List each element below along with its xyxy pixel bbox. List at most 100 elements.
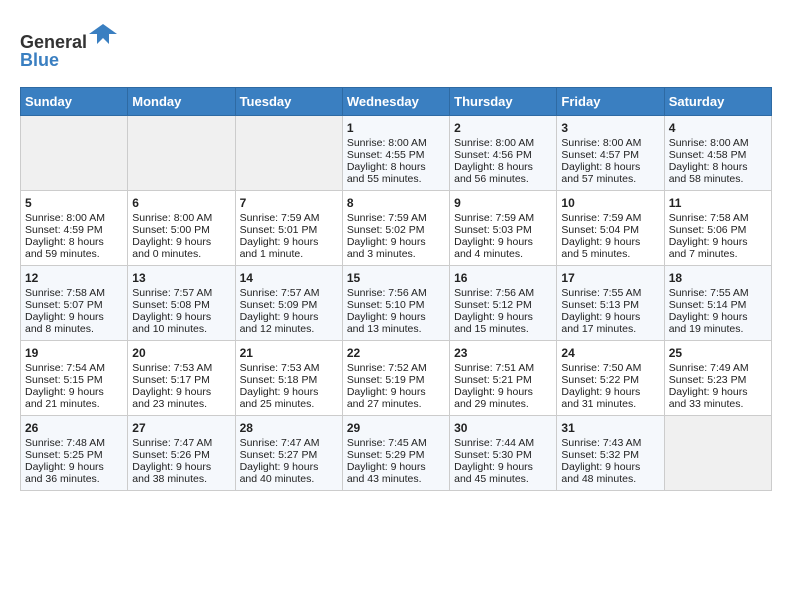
calendar-cell: 3Sunrise: 8:00 AMSunset: 4:57 PMDaylight… xyxy=(557,116,664,191)
cell-info-line: and 48 minutes. xyxy=(561,473,659,485)
week-row-5: 26Sunrise: 7:48 AMSunset: 5:25 PMDayligh… xyxy=(21,416,772,491)
cell-info-line: Daylight: 9 hours xyxy=(132,311,230,323)
day-number: 27 xyxy=(132,421,230,435)
cell-info-line: Daylight: 9 hours xyxy=(669,311,767,323)
weekday-header-saturday: Saturday xyxy=(664,88,771,116)
day-number: 20 xyxy=(132,346,230,360)
cell-info-line: Daylight: 9 hours xyxy=(561,461,659,473)
cell-info-line: Daylight: 8 hours xyxy=(454,161,552,173)
cell-info-line: Sunset: 5:12 PM xyxy=(454,299,552,311)
cell-info-line: Sunrise: 7:59 AM xyxy=(454,212,552,224)
cell-info-line: Daylight: 8 hours xyxy=(561,161,659,173)
calendar-cell: 16Sunrise: 7:56 AMSunset: 5:12 PMDayligh… xyxy=(450,266,557,341)
cell-info-line: and 4 minutes. xyxy=(454,248,552,260)
cell-info-line: Sunrise: 7:56 AM xyxy=(454,287,552,299)
cell-info-line: Sunset: 5:14 PM xyxy=(669,299,767,311)
cell-info-line: Daylight: 9 hours xyxy=(347,236,445,248)
cell-info-line: Sunrise: 7:43 AM xyxy=(561,437,659,449)
weekday-header-monday: Monday xyxy=(128,88,235,116)
cell-info-line: Daylight: 9 hours xyxy=(240,236,338,248)
calendar-cell: 15Sunrise: 7:56 AMSunset: 5:10 PMDayligh… xyxy=(342,266,449,341)
day-number: 31 xyxy=(561,421,659,435)
cell-info-line: Sunset: 4:57 PM xyxy=(561,149,659,161)
cell-info-line: Sunset: 4:55 PM xyxy=(347,149,445,161)
cell-info-line: Sunrise: 7:55 AM xyxy=(669,287,767,299)
weekday-header-sunday: Sunday xyxy=(21,88,128,116)
cell-info-line: Sunrise: 7:57 AM xyxy=(132,287,230,299)
cell-info-line: and 1 minute. xyxy=(240,248,338,260)
cell-info-line: and 38 minutes. xyxy=(132,473,230,485)
calendar-cell xyxy=(128,116,235,191)
cell-info-line: Sunrise: 7:47 AM xyxy=(132,437,230,449)
cell-info-line: and 8 minutes. xyxy=(25,323,123,335)
calendar-cell: 21Sunrise: 7:53 AMSunset: 5:18 PMDayligh… xyxy=(235,341,342,416)
day-number: 30 xyxy=(454,421,552,435)
calendar-cell: 30Sunrise: 7:44 AMSunset: 5:30 PMDayligh… xyxy=(450,416,557,491)
cell-info-line: Sunset: 5:18 PM xyxy=(240,374,338,386)
cell-info-line: Sunrise: 7:53 AM xyxy=(240,362,338,374)
calendar-cell: 10Sunrise: 7:59 AMSunset: 5:04 PMDayligh… xyxy=(557,191,664,266)
day-number: 14 xyxy=(240,271,338,285)
cell-info-line: Sunset: 5:32 PM xyxy=(561,449,659,461)
calendar-cell: 23Sunrise: 7:51 AMSunset: 5:21 PMDayligh… xyxy=(450,341,557,416)
cell-info-line: Daylight: 8 hours xyxy=(347,161,445,173)
cell-info-line: and 7 minutes. xyxy=(669,248,767,260)
cell-info-line: Sunrise: 7:58 AM xyxy=(25,287,123,299)
cell-info-line: and 55 minutes. xyxy=(347,173,445,185)
cell-info-line: Sunset: 5:02 PM xyxy=(347,224,445,236)
calendar-cell: 17Sunrise: 7:55 AMSunset: 5:13 PMDayligh… xyxy=(557,266,664,341)
week-row-1: 1Sunrise: 8:00 AMSunset: 4:55 PMDaylight… xyxy=(21,116,772,191)
cell-info-line: and 25 minutes. xyxy=(240,398,338,410)
week-row-3: 12Sunrise: 7:58 AMSunset: 5:07 PMDayligh… xyxy=(21,266,772,341)
day-number: 28 xyxy=(240,421,338,435)
cell-info-line: and 59 minutes. xyxy=(25,248,123,260)
cell-info-line: Daylight: 9 hours xyxy=(25,461,123,473)
cell-info-line: and 31 minutes. xyxy=(561,398,659,410)
cell-info-line: Sunset: 5:23 PM xyxy=(669,374,767,386)
day-number: 25 xyxy=(669,346,767,360)
cell-info-line: and 12 minutes. xyxy=(240,323,338,335)
cell-info-line: Sunrise: 7:53 AM xyxy=(132,362,230,374)
cell-info-line: and 15 minutes. xyxy=(454,323,552,335)
cell-info-line: Daylight: 9 hours xyxy=(347,386,445,398)
cell-info-line: Sunrise: 7:52 AM xyxy=(347,362,445,374)
logo-blue: Blue xyxy=(20,50,59,70)
cell-info-line: Sunrise: 8:00 AM xyxy=(132,212,230,224)
calendar-cell: 28Sunrise: 7:47 AMSunset: 5:27 PMDayligh… xyxy=(235,416,342,491)
day-number: 8 xyxy=(347,196,445,210)
weekday-header-wednesday: Wednesday xyxy=(342,88,449,116)
weekday-header-thursday: Thursday xyxy=(450,88,557,116)
calendar-header: SundayMondayTuesdayWednesdayThursdayFrid… xyxy=(21,88,772,116)
header: General Blue xyxy=(20,20,772,71)
calendar-cell: 19Sunrise: 7:54 AMSunset: 5:15 PMDayligh… xyxy=(21,341,128,416)
cell-info-line: Daylight: 9 hours xyxy=(347,311,445,323)
calendar-cell: 14Sunrise: 7:57 AMSunset: 5:09 PMDayligh… xyxy=(235,266,342,341)
cell-info-line: Sunset: 5:01 PM xyxy=(240,224,338,236)
week-row-2: 5Sunrise: 8:00 AMSunset: 4:59 PMDaylight… xyxy=(21,191,772,266)
cell-info-line: Sunset: 5:17 PM xyxy=(132,374,230,386)
cell-info-line: Daylight: 8 hours xyxy=(669,161,767,173)
cell-info-line: and 40 minutes. xyxy=(240,473,338,485)
cell-info-line: Sunrise: 7:58 AM xyxy=(669,212,767,224)
cell-info-line: and 56 minutes. xyxy=(454,173,552,185)
cell-info-line: Daylight: 9 hours xyxy=(561,386,659,398)
cell-info-line: Sunset: 5:22 PM xyxy=(561,374,659,386)
cell-info-line: Daylight: 9 hours xyxy=(561,236,659,248)
cell-info-line: and 0 minutes. xyxy=(132,248,230,260)
cell-info-line: and 19 minutes. xyxy=(669,323,767,335)
day-number: 26 xyxy=(25,421,123,435)
cell-info-line: Daylight: 9 hours xyxy=(454,386,552,398)
cell-info-line: Sunset: 5:13 PM xyxy=(561,299,659,311)
calendar-cell: 20Sunrise: 7:53 AMSunset: 5:17 PMDayligh… xyxy=(128,341,235,416)
cell-info-line: Sunrise: 8:00 AM xyxy=(347,137,445,149)
cell-info-line: Sunset: 5:15 PM xyxy=(25,374,123,386)
day-number: 18 xyxy=(669,271,767,285)
cell-info-line: and 45 minutes. xyxy=(454,473,552,485)
cell-info-line: and 13 minutes. xyxy=(347,323,445,335)
calendar-cell: 4Sunrise: 8:00 AMSunset: 4:58 PMDaylight… xyxy=(664,116,771,191)
cell-info-line: Sunrise: 8:00 AM xyxy=(669,137,767,149)
cell-info-line: Sunset: 5:27 PM xyxy=(240,449,338,461)
day-number: 10 xyxy=(561,196,659,210)
day-number: 12 xyxy=(25,271,123,285)
cell-info-line: Daylight: 9 hours xyxy=(454,461,552,473)
